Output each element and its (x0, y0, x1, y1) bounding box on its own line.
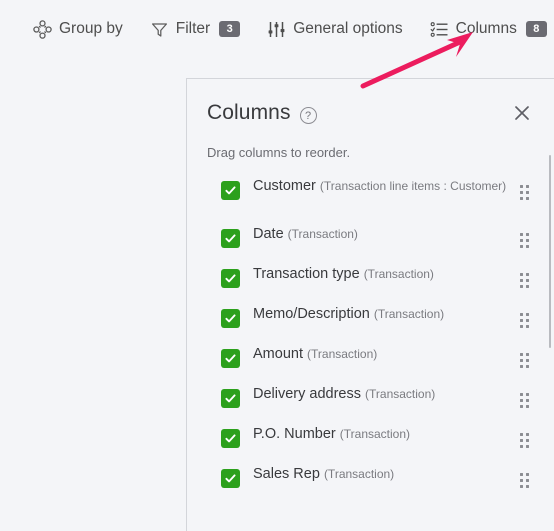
column-source: (Transaction) (373, 307, 445, 321)
column-list-item[interactable]: P.O. Number (Transaction) (187, 422, 554, 462)
column-checkbox[interactable] (221, 181, 240, 200)
column-list-item[interactable]: Memo/Description (Transaction) (187, 302, 554, 342)
checkmark-icon (225, 434, 236, 443)
drag-handle-icon[interactable] (520, 393, 532, 409)
toolbar-button-columns[interactable]: Columns 8 (430, 20, 547, 39)
column-label: P.O. Number (Transaction) (253, 425, 520, 444)
toolbar-button-general-options[interactable]: General options (267, 20, 403, 39)
checkmark-icon (225, 234, 236, 243)
column-name: P.O. Number (253, 426, 336, 442)
column-source: (Transaction) (339, 427, 411, 441)
column-label: Delivery address (Transaction) (253, 385, 520, 404)
sliders-icon (267, 20, 286, 39)
panel-subtitle: Drag columns to reorder. (207, 145, 351, 160)
columns-list-icon (430, 20, 449, 39)
drag-handle-icon[interactable] (520, 273, 532, 289)
report-toolbar: Group by Filter 3 General options Column… (0, 0, 554, 58)
column-checkbox[interactable] (221, 229, 240, 248)
column-list-item[interactable]: Delivery address (Transaction) (187, 382, 554, 422)
panel-title: Columns (207, 101, 291, 124)
column-name: Amount (253, 346, 303, 362)
column-name: Date (253, 226, 284, 242)
column-source: (Transaction) (365, 387, 436, 401)
toolbar-label-group-by: Group by (59, 20, 123, 37)
toolbar-label-filter: Filter (175, 20, 211, 37)
drag-handle-icon[interactable] (520, 233, 532, 249)
column-checkbox[interactable] (221, 269, 240, 288)
drag-handle-icon[interactable] (520, 433, 532, 449)
question-mark-icon[interactable]: ? (299, 107, 317, 124)
column-label: Customer (Transaction line items : Custo… (253, 177, 520, 196)
panel-scrollbar-thumb[interactable] (549, 155, 551, 348)
column-list-item[interactable]: Sales Rep (Transaction) (187, 462, 554, 502)
column-checkbox[interactable] (221, 389, 240, 408)
column-source: (Transaction) (307, 347, 378, 361)
drag-handle-icon[interactable] (520, 353, 532, 369)
column-source: (Transaction) (323, 467, 395, 481)
checkmark-icon (225, 274, 236, 283)
column-checkbox[interactable] (221, 429, 240, 448)
column-label: Sales Rep (Transaction) (253, 465, 520, 484)
checkmark-icon (225, 394, 236, 403)
toolbar-button-group-by[interactable]: Group by (33, 19, 123, 39)
columns-panel: Columns ? Drag columns to reorder. Custo… (186, 78, 554, 531)
column-label: Amount (Transaction) (253, 345, 520, 364)
toolbar-label-general-options: General options (293, 20, 403, 37)
toolbar-label-columns: Columns (455, 20, 517, 37)
columns-panel-header: Columns ? (187, 79, 554, 125)
column-checkbox[interactable] (221, 309, 240, 328)
checkmark-icon (225, 186, 236, 195)
checkmark-icon (225, 474, 236, 483)
columns-list: Customer (Transaction line items : Custo… (187, 174, 554, 502)
column-name: Delivery address (253, 386, 361, 402)
column-name: Transaction type (253, 266, 360, 282)
column-label: Transaction type (Transaction) (253, 265, 520, 284)
column-name: Memo/Description (253, 306, 370, 322)
column-label: Date (Transaction) (253, 225, 520, 244)
close-icon[interactable] (512, 103, 532, 123)
checkmark-icon (225, 314, 236, 323)
column-list-item[interactable]: Amount (Transaction) (187, 342, 554, 382)
toolbar-button-filter[interactable]: Filter 3 (150, 20, 241, 39)
columns-count-badge: 8 (525, 21, 547, 37)
column-checkbox[interactable] (221, 349, 240, 368)
column-list-item[interactable]: Transaction type (Transaction) (187, 262, 554, 302)
column-label: Memo/Description (Transaction) (253, 305, 520, 324)
filter-icon (150, 20, 169, 39)
checkmark-icon (225, 354, 236, 363)
column-source: (Transaction) (287, 227, 358, 241)
column-checkbox[interactable] (221, 469, 240, 488)
column-source: (Transaction) (363, 267, 434, 281)
drag-handle-icon[interactable] (520, 313, 532, 329)
group-by-icon (33, 19, 52, 39)
column-name: Sales Rep (253, 466, 320, 482)
column-name: Customer (253, 178, 316, 194)
column-list-item[interactable]: Date (Transaction) (187, 222, 554, 262)
filter-count-badge: 3 (219, 21, 241, 37)
drag-handle-icon[interactable] (520, 185, 532, 201)
report-body-left-area (0, 58, 186, 531)
drag-handle-icon[interactable] (520, 473, 532, 489)
column-list-item[interactable]: Customer (Transaction line items : Custo… (187, 174, 554, 222)
column-source: (Transaction line items : Customer) (319, 179, 507, 193)
